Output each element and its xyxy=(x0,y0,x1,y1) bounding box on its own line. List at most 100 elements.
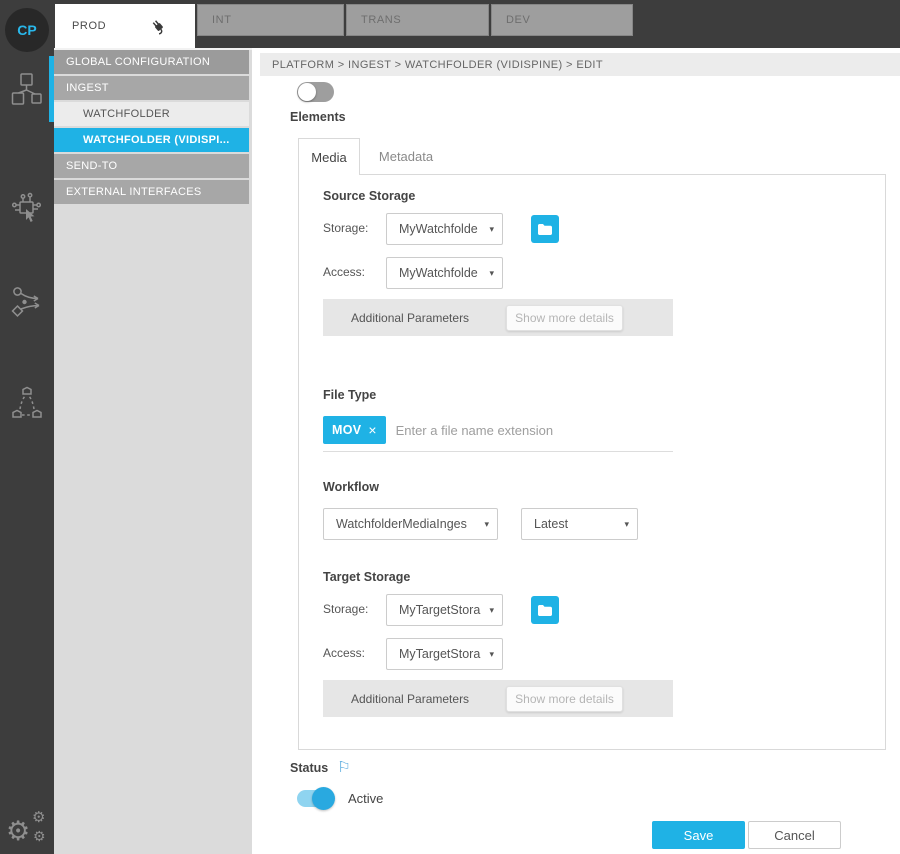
folder-icon xyxy=(537,223,553,236)
tab-media-label: Media xyxy=(311,149,347,165)
additional-parameters-label: Additional Parameters xyxy=(351,691,470,706)
nav-item-label: GLOBAL CONFIGURATION xyxy=(66,56,211,68)
source-show-more-details-button[interactable]: Show more details xyxy=(506,304,623,331)
routing-icon[interactable] xyxy=(0,286,54,318)
chevron-down-icon: ▾ xyxy=(484,518,489,529)
elements-section-title: Elements xyxy=(290,110,346,124)
source-storage-browse-button[interactable] xyxy=(531,215,559,243)
nav-item-label: EXTERNAL INTERFACES xyxy=(66,186,202,198)
source-access-select[interactable]: MyWatchfolde ▾ xyxy=(386,257,503,289)
tab-media[interactable]: Media xyxy=(298,138,360,175)
gear-icon: ⚙ xyxy=(32,809,46,826)
automation-icon[interactable] xyxy=(0,192,54,228)
file-type-title: File Type xyxy=(323,388,377,402)
chevron-down-icon: ▾ xyxy=(489,223,494,234)
source-additional-parameters-bar: Additional Parameters Show more details xyxy=(323,299,673,336)
toggle-knob xyxy=(298,83,316,101)
tab-int[interactable]: INT xyxy=(197,4,344,36)
workflow-row: WatchfolderMediaInges ▾ Latest ▾ xyxy=(323,508,885,540)
nav-item-global-configuration[interactable]: GLOBAL CONFIGURATION xyxy=(54,50,249,74)
nav-item-label: WATCHFOLDER xyxy=(83,108,171,120)
nav-item-watchfolder-vidispine[interactable]: WATCHFOLDER (VIDISPI... xyxy=(54,128,249,152)
active-toggle-label: Active xyxy=(348,791,384,806)
tab-metadata[interactable]: Metadata xyxy=(360,138,452,174)
target-storage-section: Target Storage Storage: MyTargetStora ▾ … xyxy=(323,570,885,717)
workflow-version-value: Latest xyxy=(534,517,569,531)
tab-dev-label: DEV xyxy=(506,14,531,26)
avatar[interactable]: CP xyxy=(5,8,49,52)
target-show-more-details-button[interactable]: Show more details xyxy=(506,685,623,712)
chevron-down-icon: ▾ xyxy=(624,518,629,529)
environment-tab-bar: PROD INT TRANS DEV xyxy=(54,0,900,48)
workflow-version-select[interactable]: Latest ▾ xyxy=(521,508,638,540)
active-toggle-row: Active xyxy=(297,787,384,810)
nav-item-external-interfaces[interactable]: EXTERNAL INTERFACES xyxy=(54,180,249,204)
tab-prod[interactable]: PROD xyxy=(55,4,195,48)
file-type-tag-label: MOV xyxy=(332,423,362,437)
target-storage-select-value: MyTargetStora xyxy=(399,603,481,617)
chevron-down-icon: ▾ xyxy=(489,648,494,659)
file-type-tag[interactable]: MOV × xyxy=(323,416,386,444)
gear-icon: ⚙ xyxy=(6,816,31,846)
storage-label: Storage: xyxy=(323,602,369,616)
header-toggle[interactable] xyxy=(297,82,334,102)
access-label: Access: xyxy=(323,265,366,279)
storage-label: Storage: xyxy=(323,221,369,235)
active-toggle[interactable] xyxy=(297,787,335,810)
target-storage-select[interactable]: MyTargetStora ▾ xyxy=(386,594,503,626)
breadcrumb: PLATFORM > INGEST > WATCHFOLDER (VIDISPI… xyxy=(260,53,900,76)
workflow-title: Workflow xyxy=(323,480,380,494)
source-storage-select-value: MyWatchfolde xyxy=(399,222,478,236)
target-access-select[interactable]: MyTargetStora ▾ xyxy=(386,638,503,670)
additional-parameters-label: Additional Parameters xyxy=(351,310,470,325)
file-extension-input[interactable] xyxy=(395,422,673,438)
nav-item-watchfolder[interactable]: WATCHFOLDER xyxy=(54,102,249,126)
app-sidebar: CP ⚙ ⚙ ⚙ xyxy=(0,0,54,854)
target-storage-title: Target Storage xyxy=(323,570,411,584)
source-access-select-value: MyWatchfolde xyxy=(399,266,478,280)
tab-metadata-label: Metadata xyxy=(378,148,434,164)
nav-item-ingest[interactable]: INGEST xyxy=(54,76,249,100)
status-section: Status ⚐ xyxy=(290,760,351,775)
nav-item-label: WATCHFOLDER (VIDISPI... xyxy=(83,134,230,146)
tab-prod-label: PROD xyxy=(72,20,107,32)
target-storage-browse-button[interactable] xyxy=(531,596,559,624)
flag-icon: ⚐ xyxy=(337,759,351,776)
target-storage-row: Storage: MyTargetStora ▾ xyxy=(323,594,885,626)
workflow-select[interactable]: WatchfolderMediaInges ▾ xyxy=(323,508,498,540)
status-title: Status xyxy=(290,760,329,775)
source-storage-row: Storage: MyWatchfolde ▾ xyxy=(323,213,885,245)
chevron-down-icon: ▾ xyxy=(489,604,494,615)
chevron-down-icon: ▾ xyxy=(489,267,494,278)
access-label: Access: xyxy=(323,646,366,660)
settings-gears-icon[interactable]: ⚙ ⚙ ⚙ xyxy=(6,809,52,850)
plug-icon xyxy=(149,17,168,36)
nav-item-label: SEND-TO xyxy=(66,160,118,172)
nav-item-label: INGEST xyxy=(66,82,109,94)
source-storage-select[interactable]: MyWatchfolde ▾ xyxy=(386,213,503,245)
media-tab-panel: Source Storage Storage: MyWatchfolde ▾ A… xyxy=(298,174,886,750)
folder-icon xyxy=(537,604,553,617)
file-type-section: File Type MOV × xyxy=(323,388,885,452)
workflow-section: Workflow WatchfolderMediaInges ▾ Latest … xyxy=(323,480,885,540)
tab-int-label: INT xyxy=(212,14,232,26)
main-content: PLATFORM > INGEST > WATCHFOLDER (VIDISPI… xyxy=(252,48,900,854)
tab-dev[interactable]: DEV xyxy=(491,4,633,36)
workflow-select-value: WatchfolderMediaInges xyxy=(336,517,467,531)
toggle-knob xyxy=(312,787,335,810)
nav-item-send-to[interactable]: SEND-TO xyxy=(54,154,249,178)
tab-trans-label: TRANS xyxy=(361,14,402,26)
cluster-icon[interactable] xyxy=(0,386,54,420)
modules-icon[interactable] xyxy=(0,72,54,106)
tab-trans[interactable]: TRANS xyxy=(346,4,489,36)
source-storage-title: Source Storage xyxy=(323,189,416,203)
target-additional-parameters-bar: Additional Parameters Show more details xyxy=(323,680,673,717)
target-access-row: Access: MyTargetStora ▾ xyxy=(323,638,885,670)
source-access-row: Access: MyWatchfolde ▾ xyxy=(323,257,885,289)
cancel-button[interactable]: Cancel xyxy=(748,821,841,849)
close-icon[interactable]: × xyxy=(368,422,376,438)
gear-icon: ⚙ xyxy=(33,828,46,844)
file-type-underline xyxy=(323,451,673,452)
save-button[interactable]: Save xyxy=(652,821,745,849)
file-type-tag-row: MOV × xyxy=(323,416,673,444)
